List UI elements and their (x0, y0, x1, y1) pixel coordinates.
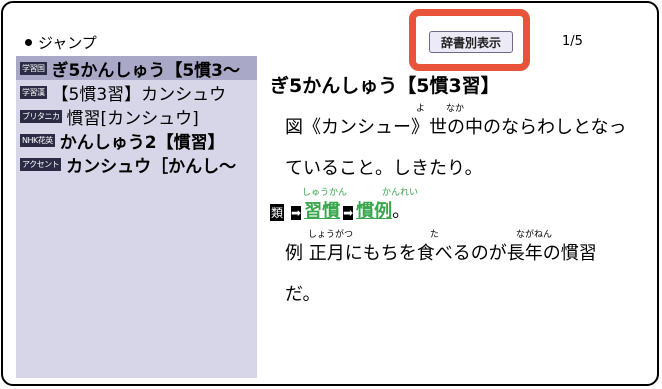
dictionary-badge: アクセント (20, 157, 62, 171)
bullet-icon (25, 39, 32, 46)
list-item-text: かんしゅう2【慣習】 (59, 132, 225, 153)
entry-line: 図《カンシュー》世の中のならわしとなっ (285, 117, 627, 138)
entry-line: だ。 (285, 284, 321, 305)
arrow-icon: ➡ (343, 206, 354, 220)
list-item-text: ぎ5かんしゅう【5慣3～ (51, 60, 241, 81)
list-item-text: 【5慣3習】カンシュウ (51, 84, 227, 105)
dictionary-badge: NHK花英 (20, 133, 55, 147)
entry-example: 例 正月にもちを食べるのが長年の慣習 (285, 243, 597, 264)
arrow-icon: ➡ (291, 206, 302, 220)
entry-synonyms: 類 ➡ 習慣 ➡ 慣例。 (270, 197, 410, 223)
dictionary-badge: 学習国 (20, 61, 47, 75)
list-item[interactable]: 学習国 ぎ5かんしゅう【5慣3～ (16, 56, 257, 80)
punctuation: 。 (392, 201, 411, 222)
list-item-text: 慣習[カンシュウ] (66, 108, 199, 129)
jump-text: ジャンプ (38, 34, 97, 52)
dictionary-badge: 学習漢 (20, 85, 47, 99)
entry-line: ていること。しきたり。 (285, 158, 483, 179)
synonym-link[interactable]: 習慣 (304, 201, 340, 222)
list-item[interactable]: ブリタニカ 慣習[カンシュウ] (16, 104, 257, 128)
synonym-link[interactable]: 慣例 (356, 201, 392, 222)
dictionary-badge: ブリタニカ (20, 109, 62, 123)
page-indicator: 1/5 (562, 34, 583, 49)
jump-label[interactable]: ジャンプ (25, 32, 97, 53)
entry-headword: ぎ5かんしゅう【5慣3習】 (270, 75, 500, 97)
list-item[interactable]: NHK花英 かんしゅう2【慣習】 (16, 128, 257, 152)
synonym-label: 類 (270, 204, 285, 221)
list-item[interactable]: 学習漢 【5慣3習】カンシュウ (16, 80, 257, 104)
list-item-text: カンシュウ［かんし～ (66, 156, 237, 177)
list-item[interactable]: アクセント カンシュウ［かんし～ (16, 152, 257, 176)
dictionary-window: ジャンプ 学習国 ぎ5かんしゅう【5慣3～ 学習漢 【5慣3習】カンシュウ ブリ… (1, 1, 659, 386)
dictionary-list: 学習国 ぎ5かんしゅう【5慣3～ 学習漢 【5慣3習】カンシュウ ブリタニカ 慣… (16, 56, 257, 378)
highlight-frame (409, 9, 530, 71)
